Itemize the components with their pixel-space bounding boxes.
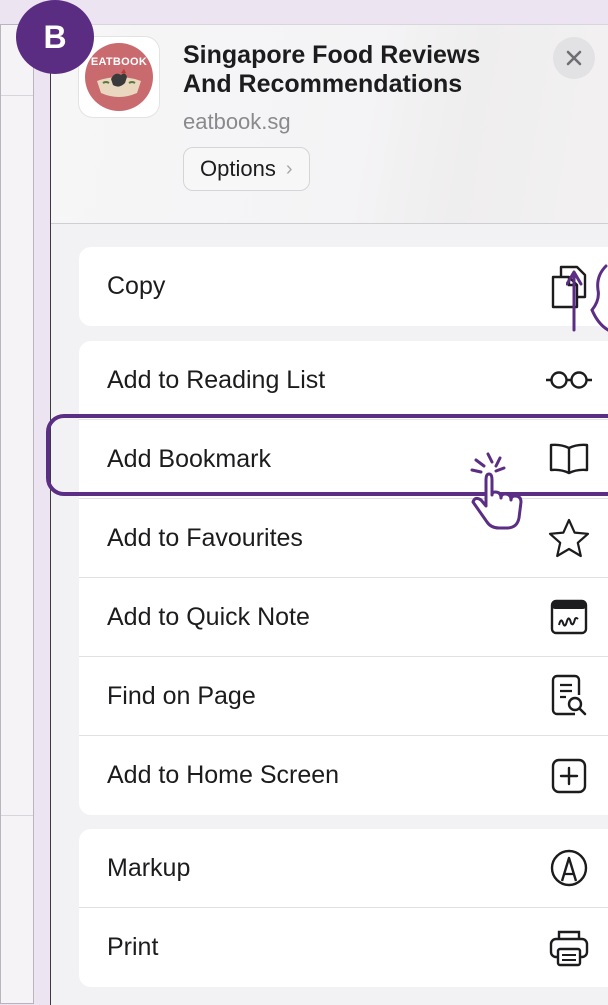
panel-divider bbox=[1, 815, 33, 816]
action-label: Markup bbox=[107, 853, 191, 882]
chevron-right-icon: › bbox=[285, 157, 293, 180]
glasses-icon bbox=[545, 356, 593, 404]
action-add-to-quick-note[interactable]: Add to Quick Note bbox=[79, 578, 608, 657]
options-label: Options bbox=[200, 156, 276, 181]
options-button[interactable]: Options › bbox=[183, 147, 310, 191]
action-label: Add to Reading List bbox=[107, 365, 326, 394]
action-label: Add to Favourites bbox=[107, 523, 303, 552]
close-button[interactable] bbox=[553, 37, 595, 79]
action-label: Print bbox=[107, 933, 159, 961]
close-icon bbox=[566, 50, 582, 66]
site-url: eatbook.sg bbox=[183, 109, 291, 134]
action-group-main: Add to Reading List Add Bookmark Add to … bbox=[79, 341, 608, 815]
action-group-copy: Copy bbox=[79, 247, 608, 326]
step-badge-letter: B bbox=[43, 18, 67, 55]
rooster-icon bbox=[97, 69, 141, 97]
panel-divider bbox=[1, 95, 33, 96]
action-add-to-home-screen[interactable]: Add to Home Screen bbox=[79, 736, 608, 815]
markup-icon bbox=[545, 844, 593, 892]
action-add-to-reading-list[interactable]: Add to Reading List bbox=[79, 341, 608, 420]
background-page-panel bbox=[0, 24, 34, 1004]
action-print[interactable]: Print bbox=[79, 908, 608, 987]
logo-circle: EATBOOK bbox=[85, 43, 153, 111]
action-markup[interactable]: Markup bbox=[79, 829, 608, 908]
tap-hand-icon bbox=[470, 452, 523, 530]
step-badge: B bbox=[16, 0, 94, 74]
action-label: Find on Page bbox=[107, 681, 256, 710]
plus-square-icon bbox=[545, 752, 593, 800]
action-label: Add to Home Screen bbox=[107, 761, 340, 789]
action-label: Copy bbox=[107, 272, 166, 300]
action-copy[interactable]: Copy bbox=[79, 247, 608, 326]
site-title: Singapore Food Reviews And Recommendatio… bbox=[183, 41, 481, 98]
action-label: Add to Quick Note bbox=[107, 602, 310, 631]
action-find-on-page[interactable]: Find on Page bbox=[79, 657, 608, 736]
action-group-tools: Markup Print bbox=[79, 829, 608, 987]
share-sheet-header: EATBOOK Singapore Food Reviews And Recom… bbox=[51, 25, 608, 224]
quick-note-icon bbox=[545, 593, 593, 641]
find-doc-icon bbox=[545, 672, 593, 720]
star-icon bbox=[545, 514, 593, 562]
printer-icon bbox=[545, 924, 593, 972]
swipe-up-gesture-icon bbox=[566, 264, 608, 332]
